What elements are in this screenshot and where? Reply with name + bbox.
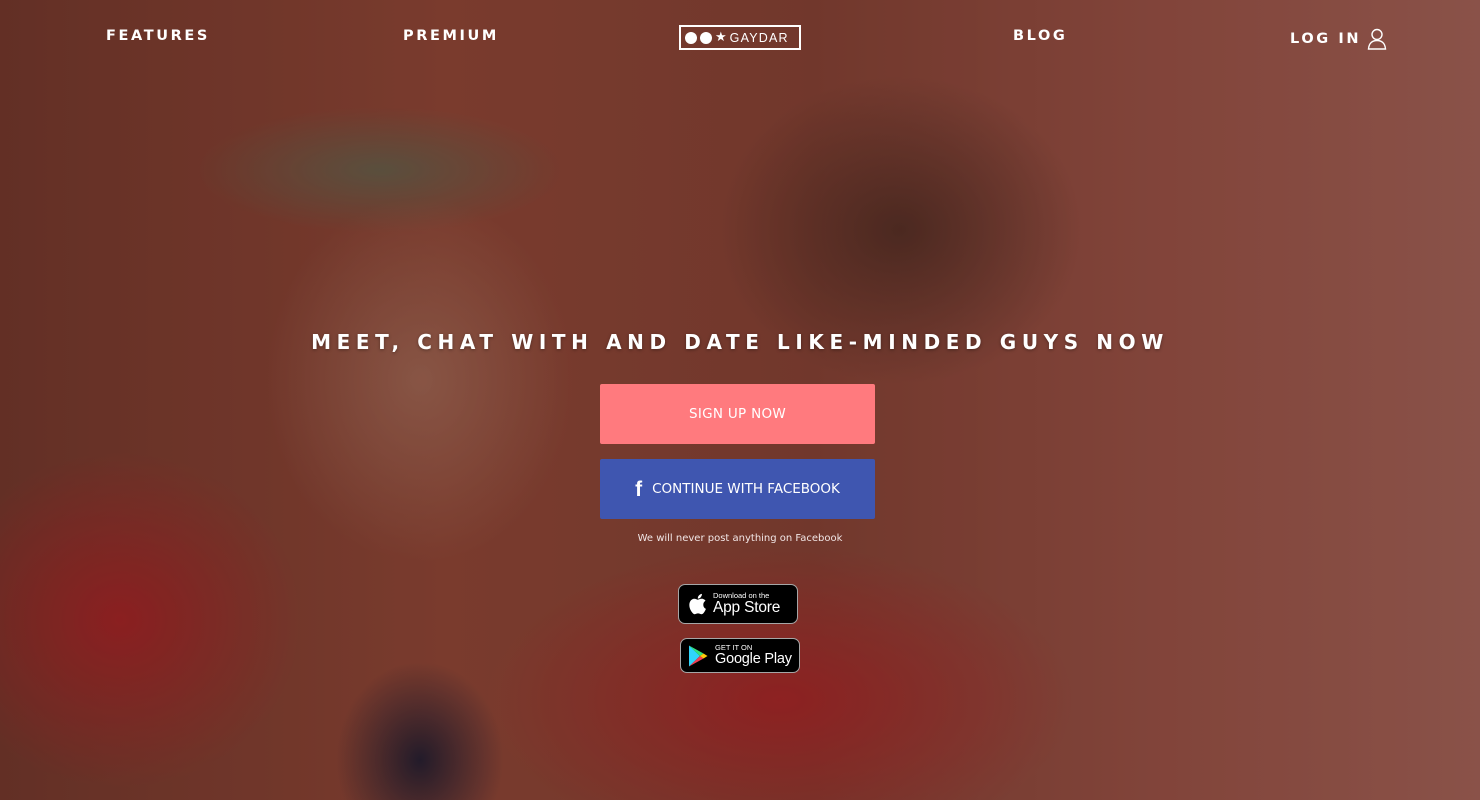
- top-nav: FEATURES PREMIUM ★ GAYDAR BLOG LOG IN: [0, 0, 1480, 74]
- hero-headline: MEET, CHAT WITH AND DATE LIKE-MINDED GUY…: [311, 330, 1169, 354]
- nav-blog-link[interactable]: BLOG: [1013, 28, 1067, 44]
- nav-features-link[interactable]: FEATURES: [106, 28, 210, 44]
- user-icon: [1367, 28, 1387, 50]
- sign-up-button[interactable]: SIGN UP NOW: [600, 384, 875, 444]
- app-store-big-text: App Store: [713, 598, 781, 616]
- logo-dot-icon: [685, 31, 697, 44]
- logo-wordmark: GAYDAR: [729, 30, 789, 45]
- nav-login-label: LOG IN: [1290, 31, 1362, 47]
- logo-dot-icon: [700, 31, 712, 44]
- apple-icon: [689, 593, 706, 615]
- nav-login-link[interactable]: LOG IN: [1290, 28, 1387, 50]
- facebook-button-label: CONTINUE WITH FACEBOOK: [652, 481, 840, 497]
- continue-with-facebook-button[interactable]: f CONTINUE WITH FACEBOOK: [600, 459, 875, 519]
- google-play-big-text: Google Play: [715, 650, 792, 667]
- facebook-disclaimer: We will never post anything on Facebook: [637, 533, 843, 544]
- google-play-icon: [689, 645, 708, 666]
- app-store-badge[interactable]: Download on the App Store: [678, 584, 798, 624]
- logo-star-icon: ★: [715, 30, 727, 45]
- gaydar-logo[interactable]: ★ GAYDAR: [679, 25, 801, 50]
- nav-premium-link[interactable]: PREMIUM: [403, 28, 499, 44]
- google-play-badge[interactable]: GET IT ON Google Play: [680, 638, 800, 673]
- facebook-icon: f: [635, 477, 643, 501]
